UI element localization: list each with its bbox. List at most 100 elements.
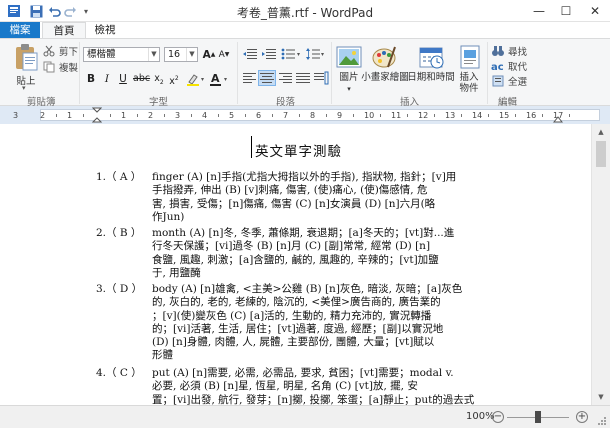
grow-font-icon[interactable]: A▲ [202, 48, 216, 62]
paragraph-settings-icon[interactable] [313, 71, 329, 85]
paste-dropdown-icon[interactable]: ▾ [22, 84, 26, 92]
insert-object-icon[interactable] [456, 43, 484, 71]
question-line: 的, 灰白的, 老的, 老練的, 陰沉的, <美俚>廣告商的, 廣告業的 [152, 296, 441, 309]
cut-button[interactable]: 剪下 [42, 44, 78, 58]
font-size-value: 16 [168, 49, 181, 60]
font-family-select[interactable]: 標楷體 ▼ [83, 47, 160, 62]
indent-marker-icon[interactable] [92, 107, 102, 123]
window-title: 考卷_普薰.rtf - WordPad [236, 6, 374, 20]
question-line: 的；[vi]活著, 生活, 居住；[vt]過著, 度過, 經歷；[副]以實況地 [152, 322, 444, 335]
superscript-icon[interactable]: x2 [167, 72, 181, 87]
right-indent-marker-icon[interactable] [553, 116, 563, 123]
line-spacing-icon[interactable]: ▾ [305, 47, 327, 61]
question-line: 置；[vi]出發, 航行, 發芽；[n]擲, 投擲, 笨蛋；[a]靜止；put的… [152, 393, 475, 405]
copy-button[interactable]: 複製 [42, 60, 78, 74]
align-left-icon[interactable] [242, 71, 258, 85]
date-time-icon[interactable] [417, 43, 445, 71]
replace-label: 取代 [508, 62, 528, 73]
paste-button[interactable]: 貼上 ▾ [9, 43, 43, 92]
ribbon-tabs: 檔案 首頁 檢視 [0, 22, 610, 39]
select-all-button[interactable]: 全選 [491, 74, 527, 88]
copy-icon [42, 60, 56, 74]
ruler-strip: 3 2 1 1 2 3 4 5 6 7 8 9 10 11 12 13 14 15 16 17 [13, 109, 600, 121]
ruler[interactable]: 3 2 1 1 2 3 4 5 6 7 8 9 10 11 12 13 14 15 16 17 [0, 107, 610, 123]
align-center-icon[interactable] [258, 70, 276, 86]
resize-grip-icon[interactable] [597, 416, 607, 426]
group-divider [79, 42, 80, 104]
svg-text:▾: ▾ [224, 76, 227, 83]
question-number: 3.（ D ） [96, 283, 143, 295]
increase-indent-icon[interactable] [261, 47, 277, 61]
shrink-font-icon[interactable]: A▼ [217, 48, 231, 62]
copy-label: 複製 [59, 63, 79, 74]
question-line: 作Jun) [152, 210, 185, 223]
question-item: 2.（ B ） month (A) [n]冬, 冬季, 蕭條期, 衰退期；[a]… [96, 227, 506, 280]
picture-label-text: 圖片 [339, 72, 359, 83]
question-number: 4.（ C ） [96, 367, 142, 379]
justify-icon[interactable] [295, 71, 311, 85]
question-line: 于, 用鹽醃 [152, 266, 201, 279]
text-color-icon[interactable]: A ▾ [208, 72, 230, 86]
restore-button[interactable]: ☐ [553, 0, 579, 21]
replace-button[interactable]: ac 取代 [491, 59, 527, 73]
insert-object-label[interactable]: 插入 物件 [454, 72, 484, 94]
question-item: 4.（ C ） put (A) [n]需要, 必需, 必需品, 要求, 貧困；[… [96, 367, 506, 405]
svg-text:A: A [211, 72, 220, 85]
question-line: 形體 [152, 349, 173, 362]
zoom-in-button[interactable]: + [576, 411, 588, 423]
font-size-select[interactable]: 16 ▼ [164, 47, 198, 62]
tab-home[interactable]: 首頁 [42, 22, 86, 39]
svg-text:▾: ▾ [201, 76, 204, 83]
picture-icon[interactable] [335, 43, 363, 71]
question-number: 2.（ B ） [96, 227, 142, 239]
question-line: month (A) [n]冬, 冬季, 蕭條期, 衰退期；[a]冬天的；[vt]… [152, 227, 455, 239]
cut-label: 剪下 [59, 47, 79, 58]
find-button[interactable]: 尋找 [491, 44, 527, 58]
document-area[interactable]: 英文單字測驗 1.（ A ） finger (A) [n]手指(尤指大拇指以外的… [0, 124, 591, 405]
date-time-label[interactable]: 日期和時間 [407, 72, 455, 83]
document-title: 英文單字測驗 [255, 144, 342, 160]
font-group-label: 字型 [149, 97, 169, 108]
underline-icon[interactable]: U [116, 72, 130, 86]
svg-text:ac: ac [491, 62, 504, 72]
picture-label[interactable]: 圖片 ▾ [335, 72, 363, 95]
scroll-up-icon[interactable]: ▲ [592, 124, 610, 140]
strikethrough-icon[interactable]: abc [133, 72, 150, 86]
subscript-icon[interactable]: x2 [152, 72, 166, 86]
highlight-color-icon[interactable]: ▾ [185, 72, 207, 86]
paragraph-group-label: 段落 [276, 97, 296, 108]
zoom-slider-thumb[interactable] [535, 411, 541, 423]
close-button[interactable]: ✕ [580, 0, 610, 21]
decrease-indent-icon[interactable] [242, 47, 258, 61]
tab-file[interactable]: 檔案 [0, 22, 40, 39]
svg-text:▾: ▾ [297, 51, 300, 58]
svg-text:▾: ▾ [321, 51, 324, 58]
find-label: 尋找 [508, 47, 528, 58]
tab-view[interactable]: 檢視 [88, 22, 122, 39]
question-line: 行冬天保護；[vi]過冬 (B) [n]月 (C) [副]常常, 經常 (D) … [152, 240, 431, 253]
group-divider [487, 42, 488, 104]
scroll-thumb[interactable] [596, 141, 606, 167]
binoculars-icon [491, 44, 505, 58]
question-line: 必要, 必須 (B) [n]星, 恆星, 明星, 名角 (C) [vt]放, 擺… [152, 380, 418, 393]
status-bar: 100% − + [0, 405, 610, 428]
group-divider [331, 42, 332, 104]
select-all-icon [491, 74, 505, 88]
italic-icon[interactable]: I [100, 72, 114, 86]
scroll-down-icon[interactable]: ▼ [592, 389, 610, 405]
paint-drawing-icon[interactable] [370, 43, 398, 71]
align-right-icon[interactable] [277, 71, 293, 85]
select-all-label: 全選 [508, 77, 528, 88]
editing-group-label: 編輯 [498, 97, 518, 108]
replace-icon: ac [491, 59, 505, 73]
bullet-list-icon[interactable]: ▾ [281, 47, 303, 61]
minimize-button[interactable]: — [526, 0, 552, 21]
vertical-scrollbar[interactable]: ▲ ▼ [591, 124, 610, 405]
question-line: 手指撥弄, 伸出 (B) [v]刺痛, 傷害, (使)痛心, (使)傷感情, 危 [152, 184, 428, 197]
bold-icon[interactable]: B [84, 72, 98, 86]
zoom-out-button[interactable]: − [492, 411, 504, 423]
insert-group-label: 插入 [400, 97, 420, 108]
paint-drawing-label[interactable]: 小畫家繪圖 [361, 72, 409, 83]
ruler-number: 3 [13, 111, 19, 120]
paste-icon [16, 44, 38, 71]
